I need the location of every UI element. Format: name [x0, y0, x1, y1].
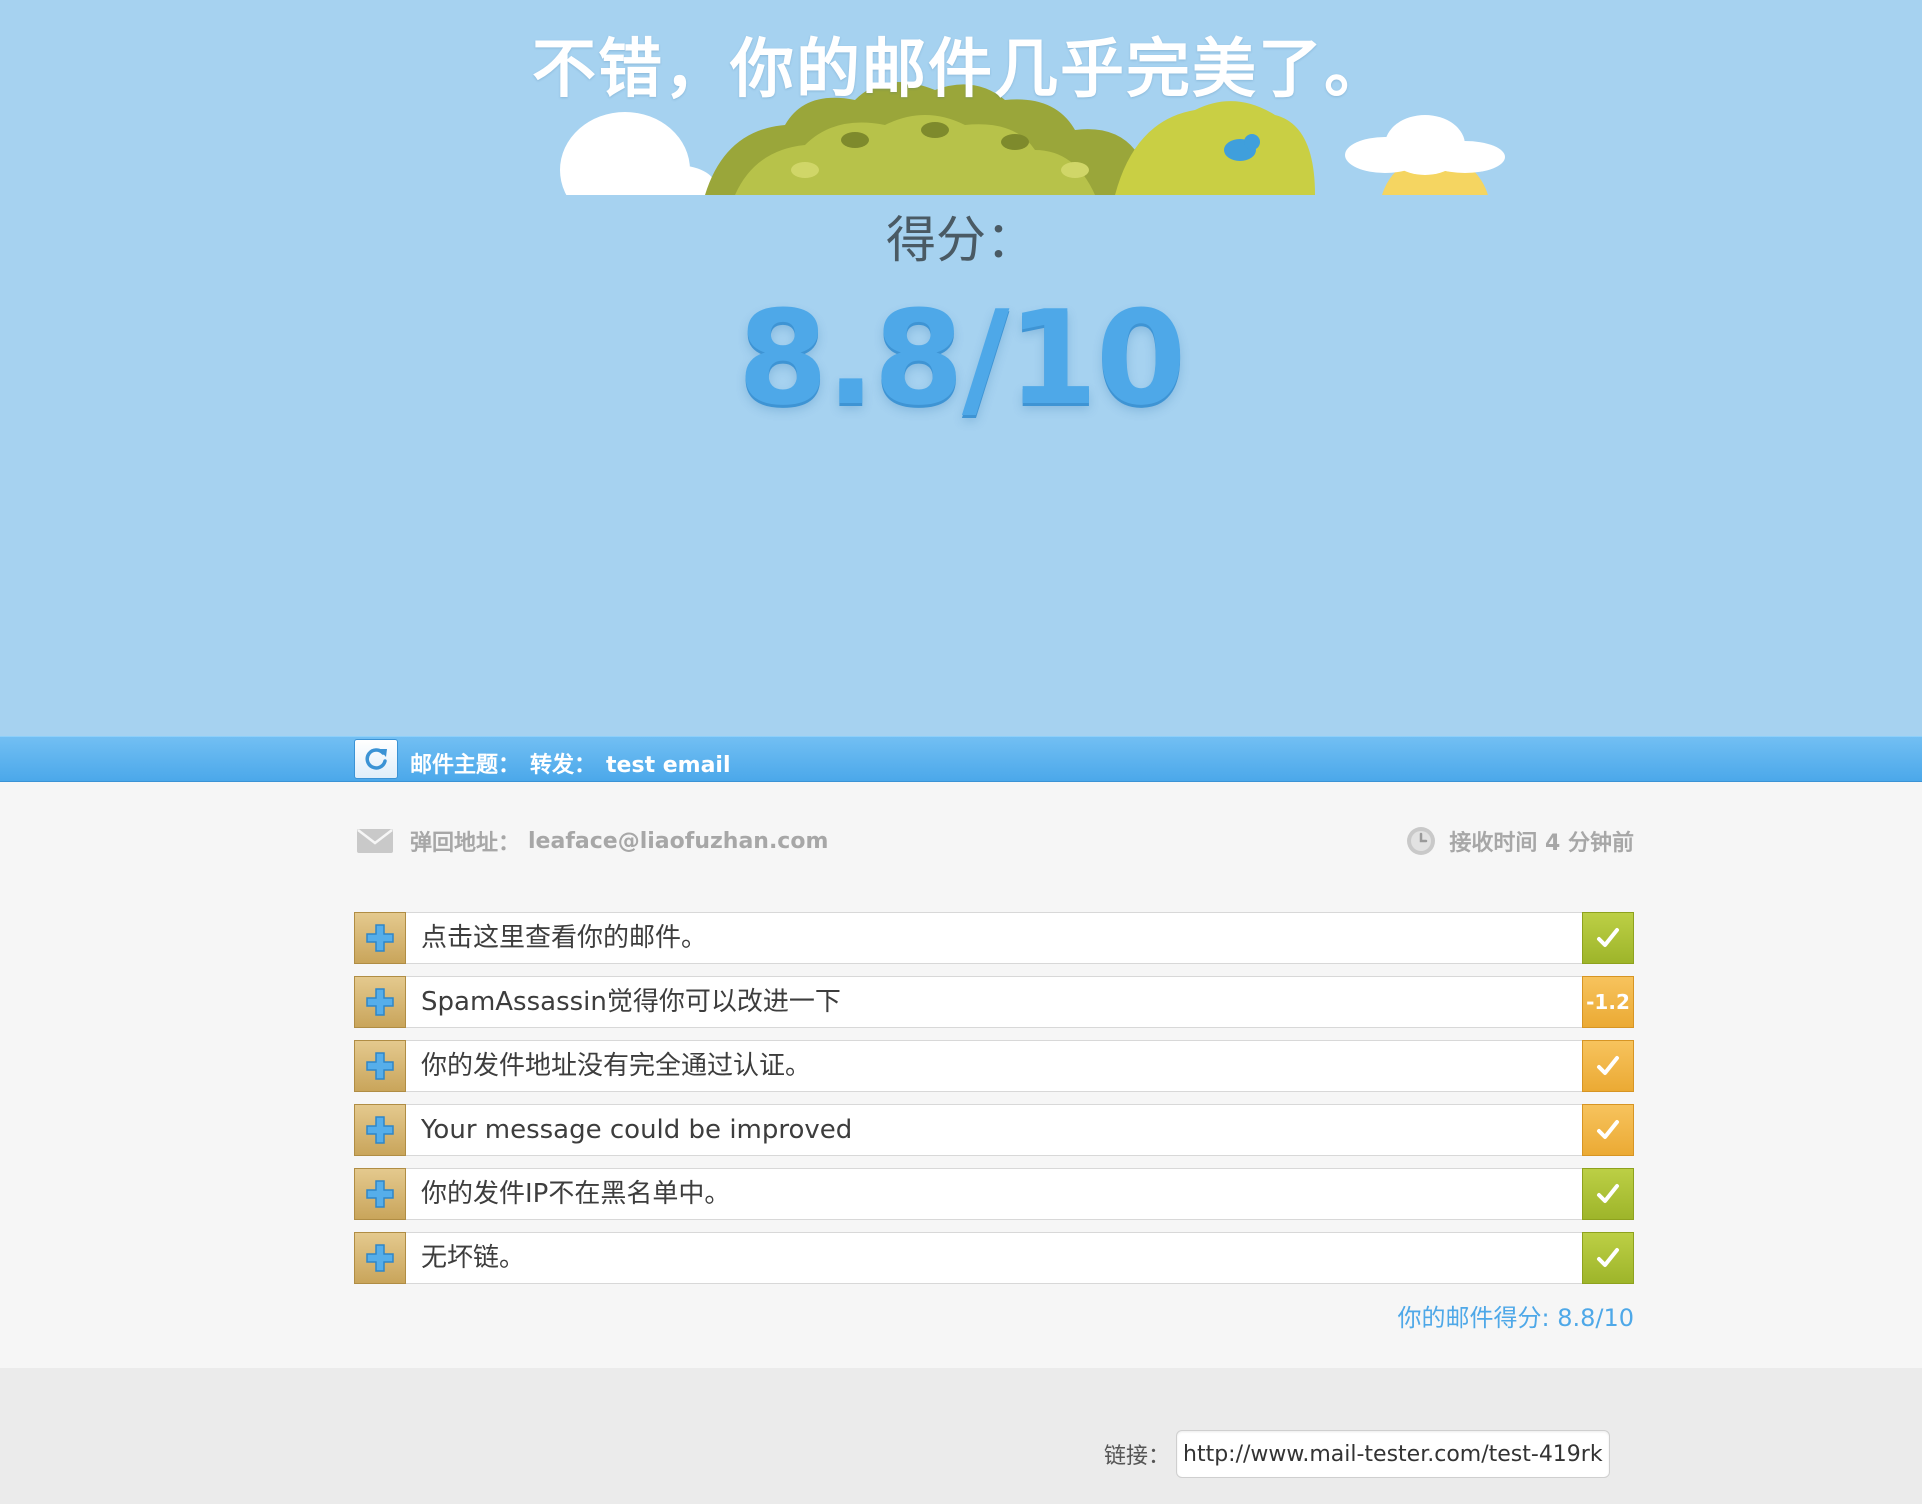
expand-button[interactable] — [354, 1104, 406, 1156]
expand-button[interactable] — [354, 1040, 406, 1092]
expand-button[interactable] — [354, 1168, 406, 1220]
result-row-broken-links[interactable]: 无坏链。 — [354, 1232, 1634, 1284]
status-badge — [1582, 1168, 1634, 1220]
result-label[interactable]: 你的发件地址没有完全通过认证。 — [421, 1041, 811, 1091]
subject-value: test email — [606, 753, 731, 778]
subject-label: 邮件主题： — [410, 753, 521, 778]
result-label[interactable]: Your message could be improved — [421, 1105, 852, 1155]
bounce-address: 弹回地址： leaface@liaofuzhan.com — [356, 822, 828, 860]
total-score: 你的邮件得分: 8.8/10 — [1397, 1304, 1634, 1332]
result-row-view-email[interactable]: 点击这里查看你的邮件。 — [354, 912, 1634, 964]
permalink-input[interactable] — [1176, 1430, 1610, 1478]
subject-prefix: 转发： — [530, 753, 597, 778]
plus-icon — [366, 1116, 394, 1144]
headline: 不错，你的邮件几乎完美了。 — [532, 33, 1390, 107]
score-label: 得分： — [886, 211, 1036, 269]
plus-icon — [366, 988, 394, 1016]
result-row-message[interactable]: Your message could be improved — [354, 1104, 1634, 1156]
bounce-value: leaface@liaofuzhan.com — [528, 828, 829, 854]
result-row-spamassassin[interactable]: SpamAssassin觉得你可以改进一下 -1.2 — [354, 976, 1634, 1028]
plus-icon — [366, 1180, 394, 1208]
result-label[interactable]: SpamAssassin觉得你可以改进一下 — [421, 977, 841, 1027]
refresh-icon — [365, 748, 387, 770]
status-badge — [1582, 1040, 1634, 1092]
result-row-blacklist[interactable]: 你的发件IP不在黑名单中。 — [354, 1168, 1634, 1220]
link-label: 链接： — [1104, 1444, 1171, 1469]
subject-line: 邮件主题： 转发： test email — [410, 747, 741, 779]
footer — [0, 1368, 1922, 1504]
result-label[interactable]: 无坏链。 — [421, 1233, 525, 1283]
plus-icon — [366, 1244, 394, 1272]
result-row-authentication[interactable]: 你的发件地址没有完全通过认证。 — [354, 1040, 1634, 1092]
check-icon — [1597, 1120, 1619, 1139]
score-badge: -1.2 — [1582, 976, 1634, 1028]
envelope-icon — [357, 829, 393, 853]
expand-button[interactable] — [354, 912, 406, 964]
expand-button[interactable] — [354, 1232, 406, 1284]
status-badge — [1582, 1104, 1634, 1156]
result-list: 点击这里查看你的邮件。 SpamAssassin觉得你可以改进一下 -1.2 你… — [354, 912, 1634, 1296]
plus-icon — [366, 924, 394, 952]
check-icon — [1597, 1056, 1619, 1075]
score-value: 8.8/10 — [737, 282, 1187, 434]
received-label: 接收时间 4 分钟前 — [1449, 831, 1634, 856]
check-icon — [1597, 928, 1619, 947]
received-time: 接收时间 4 分钟前 — [1405, 822, 1634, 860]
status-badge — [1582, 912, 1634, 964]
clock-icon — [1407, 827, 1436, 855]
refresh-button[interactable] — [354, 739, 398, 779]
subject-bar: 邮件主题： 转发： test email — [0, 736, 1922, 782]
plus-icon — [366, 1052, 394, 1080]
result-label[interactable]: 点击这里查看你的邮件。 — [421, 913, 707, 963]
check-icon — [1597, 1184, 1619, 1203]
hero-section: 不错，你的邮件几乎完美了。 得分： 8.8/10 — [0, 0, 1922, 736]
check-icon — [1597, 1248, 1619, 1267]
bounce-label: 弹回地址： — [410, 831, 521, 856]
result-label[interactable]: 你的发件IP不在黑名单中。 — [421, 1169, 730, 1219]
expand-button[interactable] — [354, 976, 406, 1028]
status-badge — [1582, 1232, 1634, 1284]
